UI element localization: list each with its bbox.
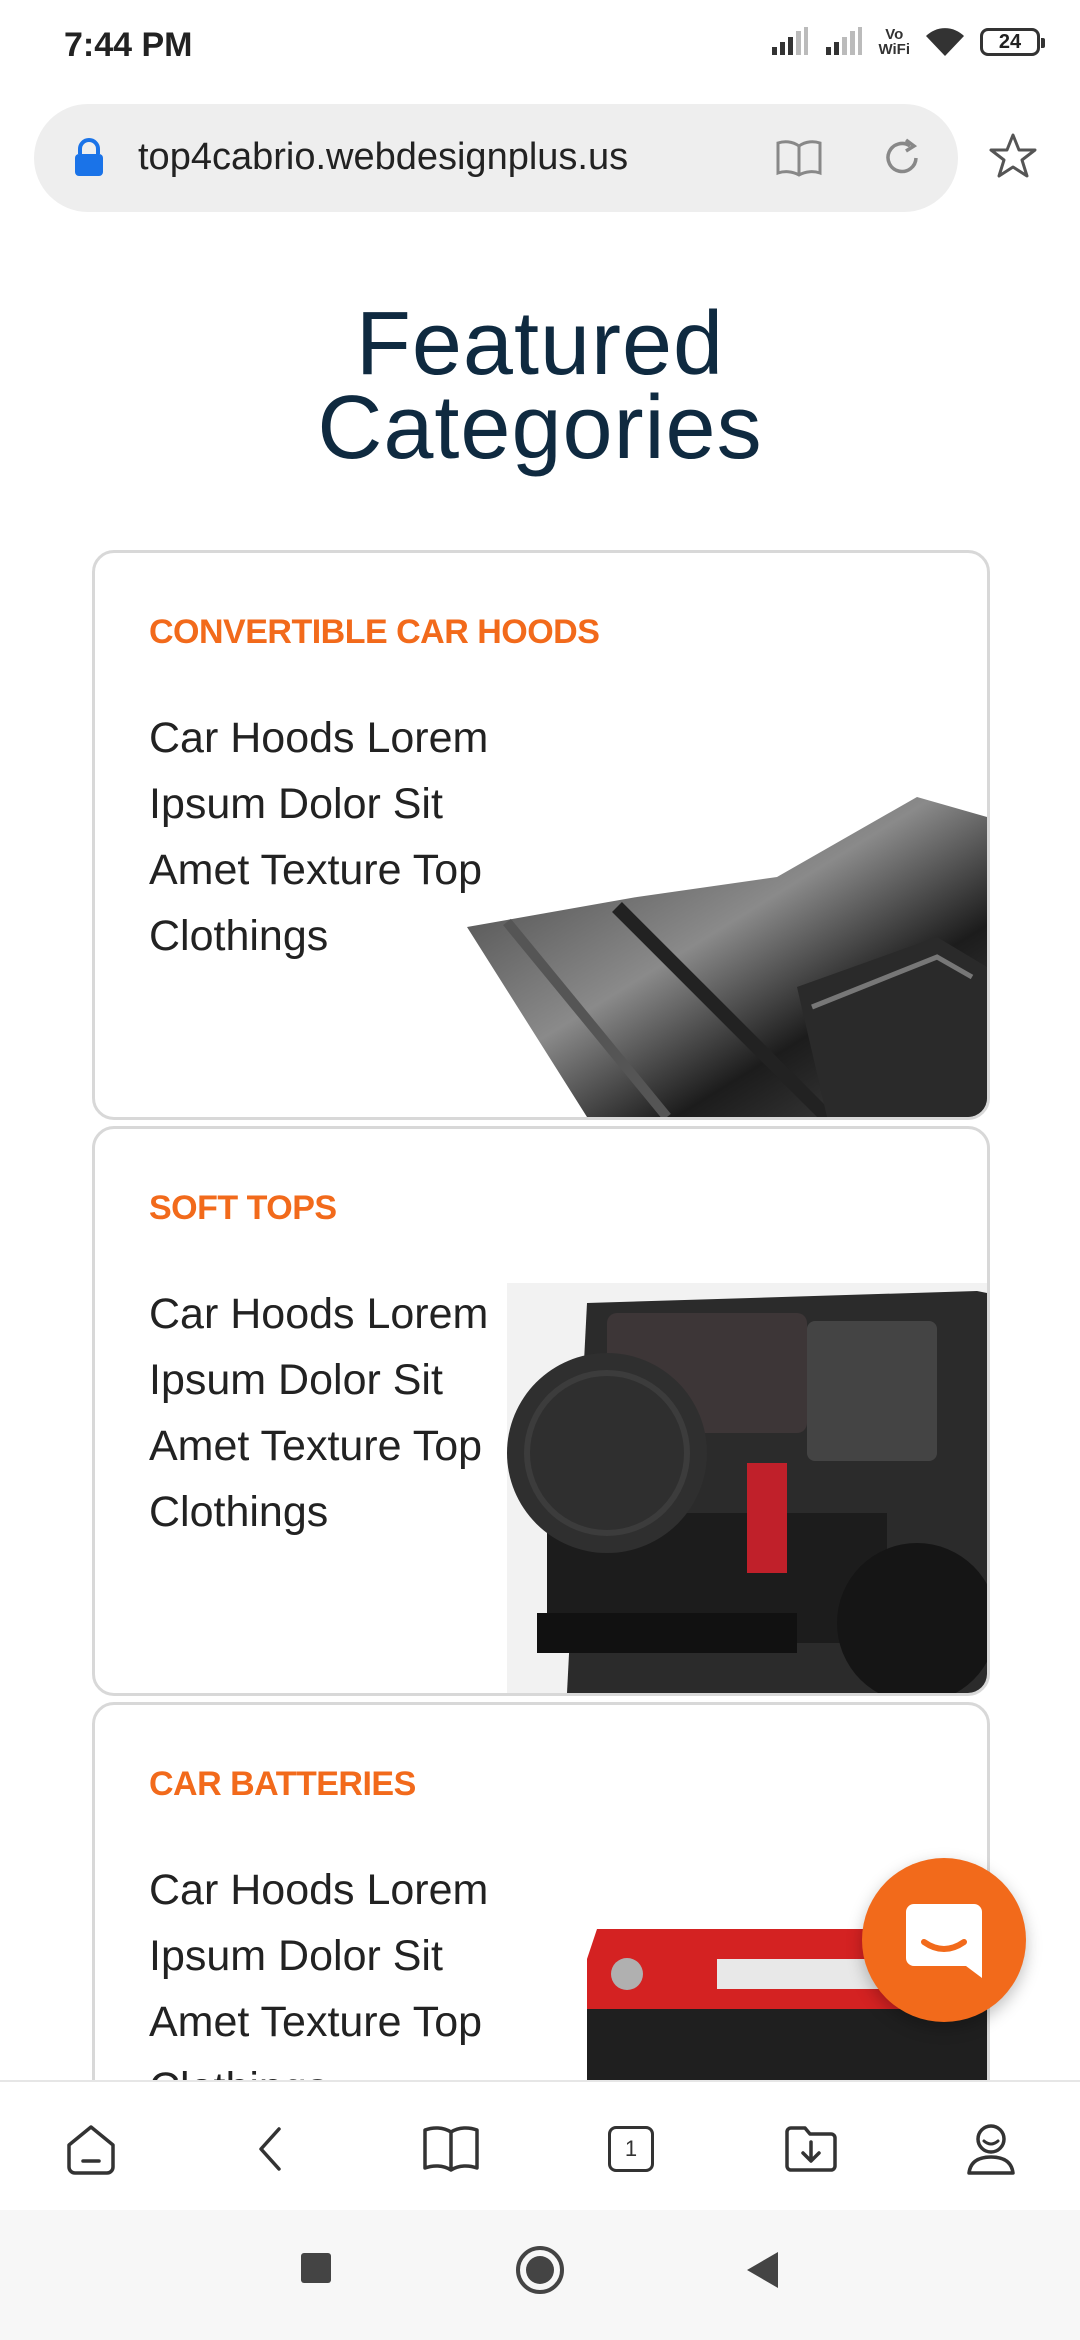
- card-title[interactable]: CAR BATTERIES: [149, 1765, 416, 1804]
- status-bar: 7:44 PM Vo WiFi 24: [0, 0, 1080, 96]
- card-description: Car Hoods Lorem Ipsum Dolor Sit Amet Tex…: [149, 714, 489, 960]
- bookmark-star-icon[interactable]: [988, 132, 1038, 180]
- back-chevron-icon: [259, 2127, 281, 2171]
- chat-icon: [906, 1904, 982, 1978]
- back-button[interactable]: [236, 2114, 306, 2184]
- card-description: Car Hoods Lorem Ipsum Dolor Sit Amet Tex…: [149, 1866, 489, 2080]
- downloads-folder-icon: [785, 2126, 837, 2172]
- status-time: 7:44 PM: [64, 26, 193, 64]
- vowifi-line1: Vo: [885, 26, 904, 43]
- home-button[interactable]: [56, 2114, 126, 2184]
- section-title-line2: Categories: [317, 378, 763, 478]
- url-text[interactable]: top4cabrio.webdesignplus.us: [138, 136, 628, 179]
- system-nav-bar: [0, 2210, 1080, 2340]
- status-icons: Vo WiFi 24: [770, 26, 1045, 58]
- chat-button[interactable]: [862, 1858, 1026, 2022]
- category-card-car-batteries[interactable]: CAR BATTERIES Car Hoods Lorem Ipsum Dolo…: [92, 1702, 990, 2080]
- vowifi-icon: Vo WiFi: [878, 27, 910, 57]
- car-hood-image: [467, 797, 987, 1117]
- card-description: Car Hoods Lorem Ipsum Dolor Sit Amet Tex…: [149, 1290, 489, 1536]
- tabs-count-icon: 1: [608, 2126, 654, 2172]
- home-icon: [67, 2125, 115, 2175]
- section-title: Featured Categories: [0, 294, 1080, 478]
- signal-icon: [772, 27, 809, 55]
- reader-mode-icon[interactable]: [774, 138, 824, 178]
- browser-bottom-nav: 1: [0, 2080, 1080, 2212]
- card-title[interactable]: SOFT TOPS: [149, 1189, 337, 1228]
- wifi-icon: [926, 28, 964, 56]
- home-circle-icon[interactable]: [514, 2244, 566, 2296]
- battery-icon: 24: [980, 28, 1045, 56]
- profile-icon: [967, 2124, 1015, 2175]
- web-page-content: Featured Categories CONVERTIBLE CAR HOOD…: [0, 212, 1080, 2080]
- reload-icon[interactable]: [880, 136, 924, 180]
- tabs-count: 1: [624, 2136, 638, 2161]
- battery-level: 24: [998, 30, 1022, 53]
- bookmarks-book-icon: [423, 2126, 479, 2172]
- vowifi-line2: WiFi: [878, 41, 910, 58]
- back-triangle-icon[interactable]: [744, 2250, 780, 2290]
- signal-icon-2: [826, 27, 863, 55]
- recents-square-icon[interactable]: [298, 2250, 334, 2286]
- profile-button[interactable]: [956, 2114, 1026, 2184]
- address-bar[interactable]: top4cabrio.webdesignplus.us: [34, 104, 958, 212]
- category-card-soft-tops[interactable]: SOFT TOPS Car Hoods Lorem Ipsum Dolor Si…: [92, 1126, 990, 1696]
- downloads-button[interactable]: [776, 2114, 846, 2184]
- tabs-button[interactable]: 1: [596, 2114, 666, 2184]
- section-title-line1: Featured: [355, 294, 725, 394]
- card-title[interactable]: CONVERTIBLE CAR HOODS: [149, 613, 600, 652]
- soft-top-jeep-image: [507, 1283, 987, 1693]
- category-card-convertible-car-hoods[interactable]: CONVERTIBLE CAR HOODS Car Hoods Lorem Ip…: [92, 550, 990, 1120]
- lock-icon: [75, 138, 103, 176]
- bookmarks-button[interactable]: [416, 2114, 486, 2184]
